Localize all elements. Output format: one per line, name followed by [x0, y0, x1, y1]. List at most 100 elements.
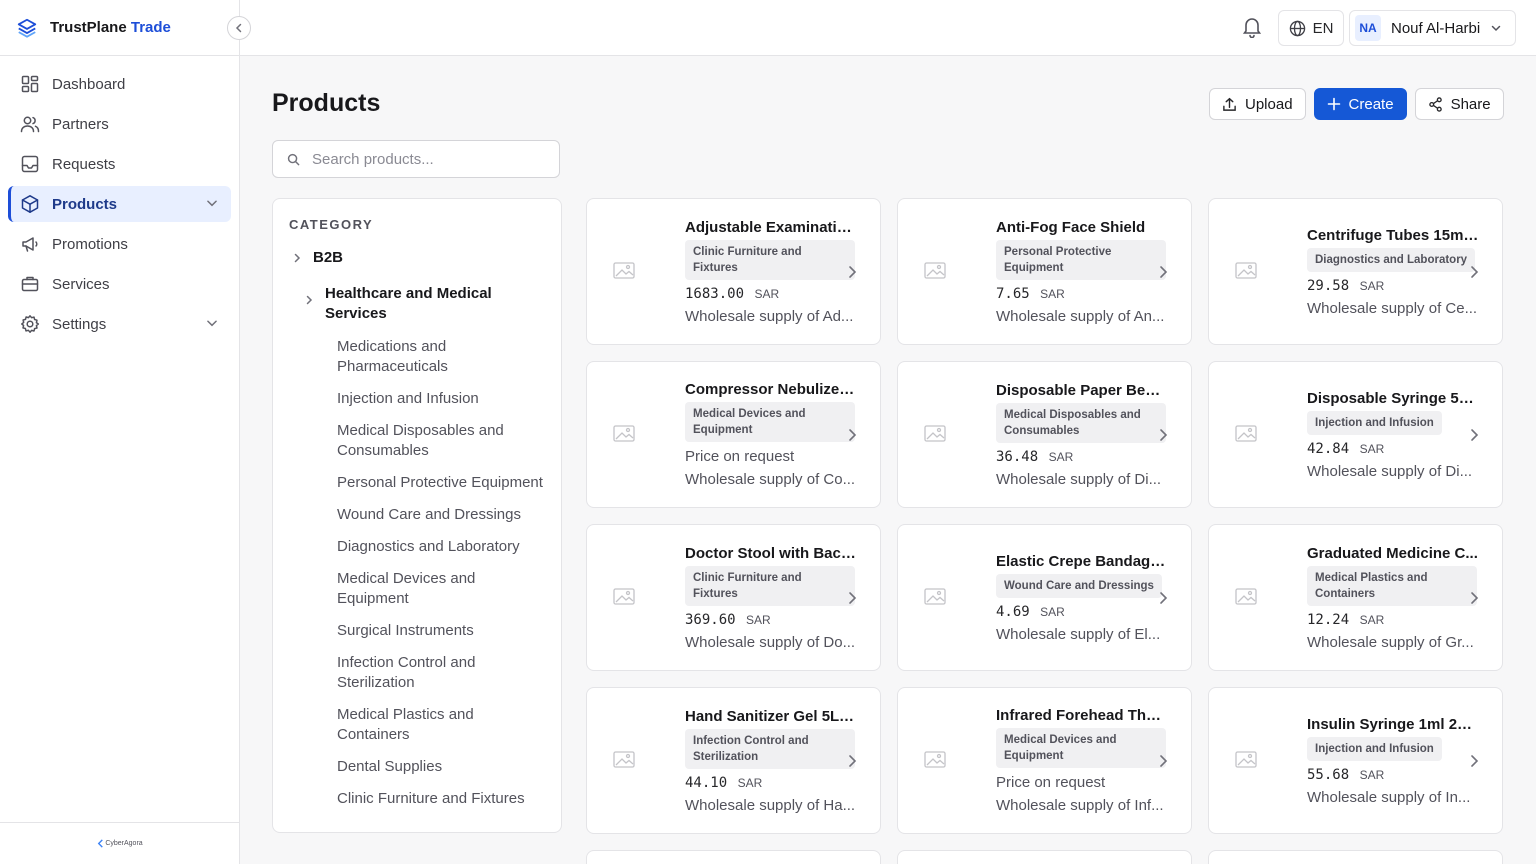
category-tag: Medical Disposables and Consumables	[996, 402, 1166, 443]
product-card[interactable]: Infrared Forehead Ther... Medical Devices…	[897, 687, 1192, 834]
category-item[interactable]: Medical Plastics and Containers	[337, 705, 547, 745]
share-button[interactable]: Share	[1414, 88, 1504, 120]
currency-label: SAR	[1359, 278, 1385, 293]
product-card[interactable]: Hand Sanitizer Gel 5L R... Infection Cont…	[586, 687, 881, 834]
search-box	[272, 140, 560, 178]
currency-label: SAR	[1040, 286, 1065, 301]
image-placeholder-icon	[1235, 261, 1257, 279]
collapse-sidebar-button[interactable]	[227, 16, 251, 40]
inbox-icon	[20, 154, 40, 174]
product-title: Centrifuge Tubes 15ml ...	[1307, 226, 1479, 244]
product-description: Wholesale supply of Ha...	[685, 796, 856, 814]
product-description: Wholesale supply of Gr...	[1307, 633, 1474, 651]
product-card-partial[interactable]	[586, 850, 881, 864]
language-switcher[interactable]: EN	[1278, 10, 1344, 46]
sidebar-item-label: Products	[52, 195, 118, 213]
category-item[interactable]: Personal Protective Equipment	[337, 473, 547, 493]
product-description: Wholesale supply of Ce...	[1307, 299, 1478, 317]
product-card-body: Doctor Stool with Back... Clinic Furnitur…	[685, 545, 857, 651]
product-card[interactable]: Anti-Fog Face Shield Personal Protective …	[897, 198, 1192, 345]
product-card[interactable]: Disposable Syringe 5m... Injection and In…	[1208, 361, 1503, 508]
image-placeholder-icon	[924, 261, 946, 279]
chevron-right-icon	[1471, 428, 1479, 441]
stack-logo-icon	[17, 18, 37, 38]
plus-icon	[1327, 97, 1340, 111]
category-item[interactable]: Diagnostics and Laboratory	[337, 537, 547, 557]
category-healthcare[interactable]: Healthcare and Medical Services	[303, 284, 543, 324]
product-card-body: Infrared Forehead Ther... Medical Devices…	[996, 707, 1168, 814]
category-item[interactable]: Injection and Infusion	[337, 389, 547, 409]
product-card-partial[interactable]	[897, 850, 1192, 864]
product-card[interactable]: Graduated Medicine C... Medical Plastics …	[1208, 524, 1503, 671]
category-item[interactable]: Surgical Instruments	[337, 621, 547, 641]
category-item[interactable]: Dental Supplies	[337, 757, 547, 777]
product-card[interactable]: Centrifuge Tubes 15ml ... Diagnostics and…	[1208, 198, 1503, 345]
product-price: 55.68 SAR	[1307, 766, 1385, 783]
product-card[interactable]: Adjustable Examination... Clinic Furnitur…	[586, 198, 881, 345]
chevron-right-icon	[1160, 265, 1168, 278]
chevron-right-icon	[1160, 591, 1168, 604]
currency-label: SAR	[1048, 449, 1074, 464]
category-b2b[interactable]: B2B	[291, 249, 343, 266]
user-menu-button[interactable]: NA Nouf Al-Harbi	[1349, 10, 1516, 46]
upload-button[interactable]: Upload	[1209, 88, 1306, 120]
chevron-right-icon	[849, 428, 857, 441]
users-icon	[20, 114, 40, 134]
sidebar-item-requests[interactable]: Requests	[8, 146, 231, 182]
globe-icon	[1289, 20, 1305, 36]
sidebar-item-label: Requests	[52, 155, 116, 173]
image-placeholder-icon	[613, 750, 635, 768]
sidebar-item-services[interactable]: Services	[8, 266, 231, 302]
product-description: Wholesale supply of Di...	[996, 470, 1162, 488]
category-item[interactable]: Infection Control and Sterilization	[337, 653, 547, 693]
sidebar-item-dashboard[interactable]: Dashboard	[8, 66, 231, 102]
category-item[interactable]: Medical Devices and Equipment	[337, 569, 547, 609]
chevron-left-icon	[235, 23, 242, 33]
brand[interactable]: TrustPlane Trade	[0, 0, 239, 56]
product-title: Doctor Stool with Back...	[685, 544, 857, 562]
product-card[interactable]: Doctor Stool with Back... Clinic Furnitur…	[586, 524, 881, 671]
image-placeholder-icon	[1235, 750, 1257, 768]
category-tag: Medical Devices and Equipment	[996, 728, 1166, 768]
product-card[interactable]: Insulin Syringe 1ml 29G... Injection and …	[1208, 687, 1503, 834]
sidebar-item-settings[interactable]: Settings	[8, 306, 231, 342]
chevron-right-icon	[1471, 591, 1479, 604]
image-placeholder-icon	[613, 424, 635, 442]
product-card-partial[interactable]	[1208, 850, 1503, 864]
notifications-button[interactable]	[1242, 16, 1262, 43]
search-input[interactable]	[312, 150, 542, 168]
product-description: Wholesale supply of Inf...	[996, 797, 1164, 814]
product-card-body: Centrifuge Tubes 15ml ... Diagnostics and…	[1307, 227, 1479, 317]
sidebar-item-products[interactable]: Products	[8, 186, 231, 222]
footer-logo-text: CyberAgora	[105, 840, 143, 847]
product-price: 7.65 SAR	[996, 285, 1065, 302]
currency-label: SAR	[746, 612, 771, 627]
product-grid: Adjustable Examination... Clinic Furnitur…	[586, 198, 1504, 834]
share-label: Share	[1450, 95, 1491, 113]
product-price: 1683.00 SAR	[685, 285, 780, 302]
chevron-right-icon	[849, 591, 857, 604]
category-tag: Clinic Furniture and Fixtures	[685, 565, 855, 606]
chevron-right-icon	[849, 754, 857, 767]
product-card[interactable]: Elastic Crepe Bandage ... Wound Care and …	[897, 524, 1192, 671]
category-tag: Wound Care and Dressings	[996, 573, 1162, 598]
currency-label: SAR	[1359, 767, 1385, 782]
category-item[interactable]: Medical Disposables and Consumables	[337, 421, 547, 461]
topbar: EN NA Nouf Al-Harbi	[240, 0, 1536, 56]
megaphone-icon	[20, 234, 40, 254]
image-placeholder-icon	[1235, 424, 1257, 442]
product-card-body: Anti-Fog Face Shield Personal Protective …	[996, 219, 1168, 325]
category-item[interactable]: Clinic Furniture and Fixtures	[337, 789, 547, 809]
category-item[interactable]: Medications and Pharmaceuticals	[337, 337, 547, 377]
product-card[interactable]: Compressor Nebulizer ... Medical Devices …	[586, 361, 881, 508]
sidebar-item-partners[interactable]: Partners	[8, 106, 231, 142]
search-icon	[287, 153, 300, 165]
product-title: Disposable Syringe 5m...	[1307, 389, 1479, 407]
category-item[interactable]: Wound Care and Dressings	[337, 505, 547, 525]
create-button[interactable]: Create	[1313, 88, 1407, 120]
page-actions: Upload Create Share	[1209, 88, 1504, 120]
share-icon	[1428, 96, 1442, 112]
product-card[interactable]: Disposable Paper Bed ... Medical Disposab…	[897, 361, 1192, 508]
sidebar-item-promotions[interactable]: Promotions	[8, 226, 231, 262]
product-card-body: Graduated Medicine C... Medical Plastics …	[1307, 545, 1479, 651]
